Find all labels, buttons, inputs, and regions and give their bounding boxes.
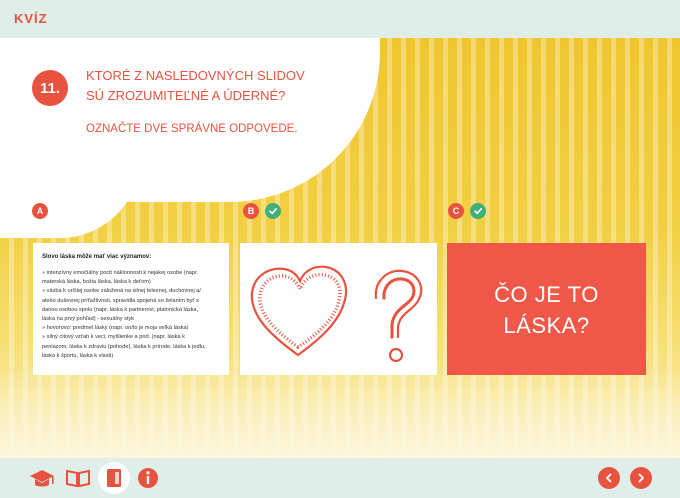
card-a-line: láska na prvý pohľad) - sexuálny styk (42, 316, 135, 323)
option-c-badge[interactable]: C (448, 203, 464, 219)
stage-fade (0, 368, 680, 458)
checkmark-icon (470, 203, 486, 219)
card-c-line-2: LÁSKA? (503, 313, 590, 338)
prev-arrow-icon (606, 473, 612, 483)
question-mark-icon (374, 269, 423, 363)
option-a-badge[interactable]: A (32, 203, 48, 219)
option-c-label[interactable]: C (448, 202, 486, 220)
card-a-line: danou osobou spolu (napr. láska k partne… (42, 306, 199, 313)
card-a-line: peniazom, láska k zdraviu (pohode), lásk… (42, 343, 206, 350)
option-a-card[interactable]: Slovo láska môže mať viac významov: » in… (33, 243, 229, 375)
card-a-line: materská láska, božia láska, láska k deť… (42, 279, 151, 286)
question-instruction: OZNAČTE DVE SPRÁVNE ODPOVEDE. (86, 123, 298, 135)
option-b-label[interactable]: B (243, 202, 281, 220)
card-a-heading: Slovo láska môže mať viac významov: (42, 254, 152, 260)
card-a-line: » hovorovo: predmet lásky (napr. on/to j… (42, 325, 189, 332)
graduation-cap-icon[interactable] (28, 464, 56, 492)
document-icon (107, 469, 121, 487)
page-title: KVÍZ (14, 11, 48, 26)
question-bubble (0, 38, 380, 202)
card-a-line: » intenzívny emočiálny pocit náklonnosti… (42, 270, 199, 276)
card-a-line: » väzba k určitej osobe založená na siln… (42, 288, 201, 295)
next-button[interactable] (630, 467, 652, 489)
card-a-line: » silný citový vzťah k veci, myšlienke a… (42, 334, 185, 341)
bottom-bar (0, 458, 680, 498)
checkmark-icon (265, 203, 281, 219)
question-number: 11. (32, 70, 68, 106)
card-c-text: ČO JE TO LÁSKA? (447, 279, 646, 341)
heart-question-illustration (250, 265, 423, 363)
info-icon[interactable] (134, 464, 162, 492)
book-icon[interactable] (64, 464, 92, 492)
card-a-line: láska k športu, láska k vlasti) (42, 352, 114, 359)
option-b-card[interactable] (240, 243, 437, 375)
option-c-card[interactable]: ČO JE TO LÁSKA? (447, 243, 646, 375)
option-a-label[interactable]: A (32, 202, 48, 220)
card-a-line: alebo duševnej príťažlivosti, spravidla … (42, 297, 199, 304)
option-b-badge[interactable]: B (243, 203, 259, 219)
document-button[interactable] (98, 462, 130, 494)
question-line-2: SÚ ZROZUMITEĽNÉ A ÚDERNÉ? (86, 88, 286, 103)
question-text: KTORÉ Z NASLEDOVNÝCH SLIDOV SÚ ZROZUMITE… (86, 66, 346, 106)
prev-button[interactable] (598, 467, 620, 489)
card-a-body: » intenzívny emočiálny pocit náklonnosti… (42, 269, 222, 361)
heart-icon (250, 265, 348, 357)
question-line-1: KTORÉ Z NASLEDOVNÝCH SLIDOV (86, 68, 305, 83)
top-bar: KVÍZ (0, 0, 680, 38)
next-arrow-icon (638, 473, 644, 483)
card-c-line-1: ČO JE TO (494, 282, 599, 307)
